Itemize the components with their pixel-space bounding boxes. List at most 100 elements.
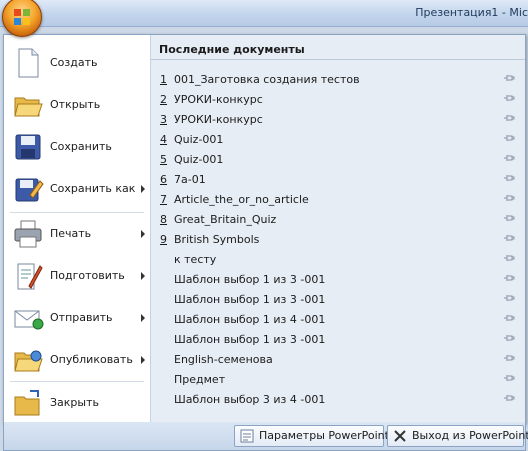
recent-document-item[interactable]: к тесту bbox=[151, 249, 525, 269]
pin-icon[interactable] bbox=[503, 233, 515, 243]
menu-item-label: Закрыть bbox=[50, 396, 99, 409]
menu-separator bbox=[10, 212, 144, 213]
recent-document-name: Great_Britain_Quiz bbox=[174, 213, 277, 226]
recent-document-number: 4 bbox=[160, 133, 167, 146]
close-folder-icon bbox=[14, 390, 40, 416]
pin-icon[interactable] bbox=[503, 353, 515, 363]
title-bar: Презентация1 - Mic bbox=[0, 0, 528, 27]
close-x-icon bbox=[394, 430, 406, 442]
pin-icon[interactable] bbox=[503, 153, 515, 163]
menu-item-send[interactable]: Отправить bbox=[4, 298, 150, 338]
recent-document-item[interactable]: 4 Quiz-001 bbox=[151, 129, 525, 149]
menu-item-new[interactable]: Создать bbox=[4, 43, 150, 83]
recent-documents-header: Последние документы bbox=[151, 35, 525, 60]
menu-item-close[interactable]: Закрыть bbox=[4, 383, 150, 423]
pin-icon[interactable] bbox=[503, 393, 515, 403]
window-title: Презентация1 - Mic bbox=[415, 6, 528, 19]
recent-document-name: Шаблон выбор 3 из 4 -001 bbox=[174, 393, 326, 406]
pin-icon[interactable] bbox=[503, 213, 515, 223]
recent-document-name: 001_Заготовка создания тестов bbox=[174, 73, 360, 86]
menu-separator bbox=[10, 381, 144, 382]
pin-icon[interactable] bbox=[503, 93, 515, 103]
send-mail-icon bbox=[14, 310, 44, 330]
recent-documents-title: Последние документы bbox=[159, 43, 305, 56]
menu-item-label: Создать bbox=[50, 56, 98, 69]
menu-item-label: Сохранить как bbox=[50, 182, 136, 195]
recent-document-number: 9 bbox=[160, 233, 167, 246]
recent-document-number: 5 bbox=[160, 153, 167, 166]
recent-document-number: 6 bbox=[160, 173, 167, 186]
recent-document-name: 7а-01 bbox=[174, 173, 206, 186]
pin-icon[interactable] bbox=[503, 373, 515, 383]
recent-document-item[interactable]: 3 УРОКИ-конкурс bbox=[151, 109, 525, 129]
office-logo-icon bbox=[14, 9, 30, 25]
recent-documents-panel: Последние документы 1 001_Заготовка созда… bbox=[151, 35, 525, 423]
pin-icon[interactable] bbox=[503, 253, 515, 263]
recent-document-item[interactable]: 8 Great_Britain_Quiz bbox=[151, 209, 525, 229]
recent-document-number: 2 bbox=[160, 93, 167, 106]
pin-icon[interactable] bbox=[503, 113, 515, 123]
new-document-icon bbox=[18, 48, 39, 78]
recent-document-item[interactable]: 1 001_Заготовка создания тестов bbox=[151, 69, 525, 89]
pin-icon[interactable] bbox=[503, 273, 515, 283]
recent-document-name: Quiz-001 bbox=[174, 133, 224, 146]
printer-icon bbox=[14, 220, 42, 248]
exit-powerpoint-button[interactable]: Выход из PowerPoint bbox=[387, 425, 528, 447]
submenu-arrow-icon bbox=[141, 314, 145, 322]
submenu-arrow-icon bbox=[141, 185, 145, 193]
menu-item-label: Печать bbox=[50, 227, 92, 240]
prepare-document-icon bbox=[17, 263, 43, 290]
options-icon bbox=[240, 429, 254, 443]
menu-item-open[interactable]: Открыть bbox=[4, 85, 150, 125]
recent-document-number: 3 bbox=[160, 113, 167, 126]
recent-document-item[interactable]: Шаблон выбор 1 из 4 -001 bbox=[151, 309, 525, 329]
office-menu: Создать Открыть Сохранить Сохранить как … bbox=[3, 34, 526, 424]
recent-document-name: Шаблон выбор 1 из 3 -001 bbox=[174, 273, 326, 286]
exit-powerpoint-label: Выход из PowerPoint bbox=[412, 429, 528, 442]
pin-icon[interactable] bbox=[503, 293, 515, 303]
recent-document-item[interactable]: Шаблон выбор 1 из 3 -001 bbox=[151, 329, 525, 349]
publish-folder-icon bbox=[14, 350, 43, 372]
recent-document-name: УРОКИ-конкурс bbox=[174, 93, 263, 106]
powerpoint-options-label: Параметры PowerPoint bbox=[259, 429, 389, 442]
menu-item-prepare[interactable]: Подготовить bbox=[4, 256, 150, 296]
recent-document-item[interactable]: 2 УРОКИ-конкурс bbox=[151, 89, 525, 109]
recent-document-item[interactable]: 6 7а-01 bbox=[151, 169, 525, 189]
recent-document-name: Шаблон выбор 1 из 3 -001 bbox=[174, 293, 326, 306]
save-as-icon bbox=[15, 178, 44, 202]
menu-item-publish[interactable]: Опубликовать bbox=[4, 340, 150, 380]
pin-icon[interactable] bbox=[503, 133, 515, 143]
menu-item-print[interactable]: Печать bbox=[4, 214, 150, 254]
recent-document-name: Шаблон выбор 1 из 3 -001 bbox=[174, 333, 326, 346]
menu-item-save[interactable]: Сохранить bbox=[4, 127, 150, 167]
recent-document-name: УРОКИ-конкурс bbox=[174, 113, 263, 126]
submenu-arrow-icon bbox=[141, 356, 145, 364]
pin-icon[interactable] bbox=[503, 73, 515, 83]
pin-icon[interactable] bbox=[503, 173, 515, 183]
menu-item-save-as[interactable]: Сохранить как bbox=[4, 169, 150, 209]
recent-document-name: Quiz-001 bbox=[174, 153, 224, 166]
recent-document-number: 1 bbox=[160, 73, 167, 86]
office-button[interactable] bbox=[2, 0, 42, 37]
recent-document-item[interactable]: Шаблон выбор 1 из 3 -001 bbox=[151, 289, 525, 309]
powerpoint-options-button[interactable]: Параметры PowerPoint bbox=[234, 425, 389, 447]
recent-document-number: 7 bbox=[160, 193, 167, 206]
recent-document-number: 8 bbox=[160, 213, 167, 226]
pin-icon[interactable] bbox=[503, 193, 515, 203]
menu-item-label: Сохранить bbox=[50, 140, 112, 153]
recent-document-item[interactable]: Шаблон выбор 1 из 3 -001 bbox=[151, 269, 525, 289]
pin-icon[interactable] bbox=[503, 333, 515, 343]
menu-item-label: Отправить bbox=[50, 311, 113, 324]
pin-icon[interactable] bbox=[503, 313, 515, 323]
recent-document-item[interactable]: English-семенова bbox=[151, 349, 525, 369]
recent-document-item[interactable]: 5 Quiz-001 bbox=[151, 149, 525, 169]
open-folder-icon bbox=[14, 97, 43, 117]
recent-document-name: Article_the_or_no_article bbox=[174, 193, 309, 206]
recent-document-item[interactable]: 9 British Symbols bbox=[151, 229, 525, 249]
recent-document-item[interactable]: 7 Article_the_or_no_article bbox=[151, 189, 525, 209]
recent-document-item[interactable]: Предмет bbox=[151, 369, 525, 389]
command-list: Создать Открыть Сохранить Сохранить как … bbox=[4, 35, 151, 423]
recent-document-item[interactable]: Шаблон выбор 3 из 4 -001 bbox=[151, 389, 525, 409]
submenu-arrow-icon bbox=[141, 230, 145, 238]
recent-document-name: Шаблон выбор 1 из 4 -001 bbox=[174, 313, 326, 326]
